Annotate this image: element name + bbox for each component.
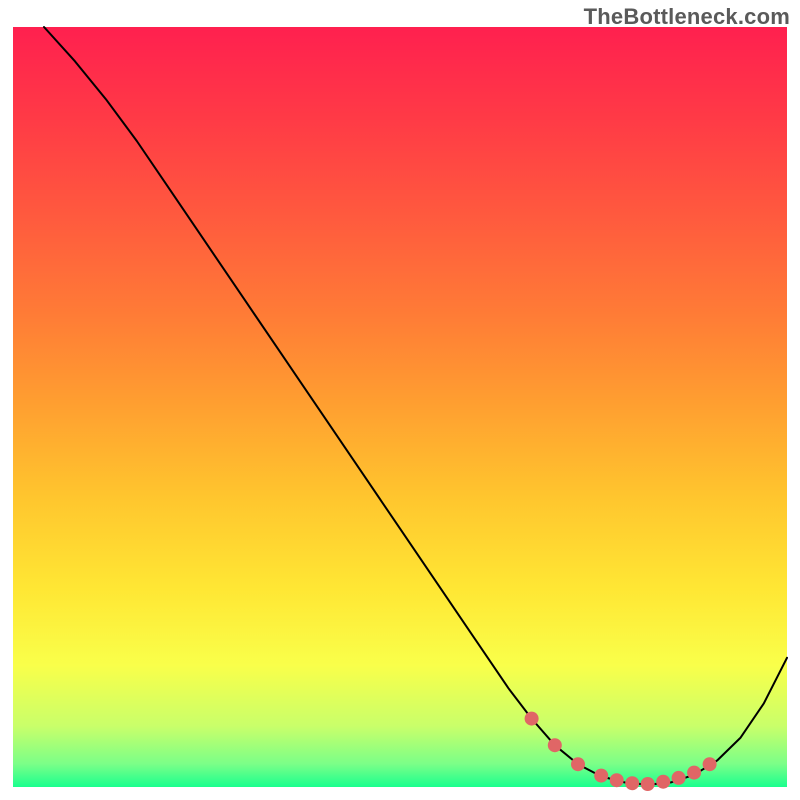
marker-dot bbox=[641, 777, 655, 791]
marker-dot bbox=[610, 773, 624, 787]
marker-dot bbox=[672, 771, 686, 785]
plot-background bbox=[13, 27, 787, 787]
marker-dot bbox=[548, 738, 562, 752]
marker-dot bbox=[656, 775, 670, 789]
chart-container: TheBottleneck.com bbox=[0, 0, 800, 800]
watermark-text: TheBottleneck.com bbox=[584, 4, 790, 30]
marker-dot bbox=[525, 712, 539, 726]
marker-dot bbox=[687, 766, 701, 780]
marker-dot bbox=[625, 776, 639, 790]
bottleneck-chart bbox=[0, 0, 800, 800]
marker-dot bbox=[571, 757, 585, 771]
marker-dot bbox=[703, 757, 717, 771]
marker-dot bbox=[594, 769, 608, 783]
